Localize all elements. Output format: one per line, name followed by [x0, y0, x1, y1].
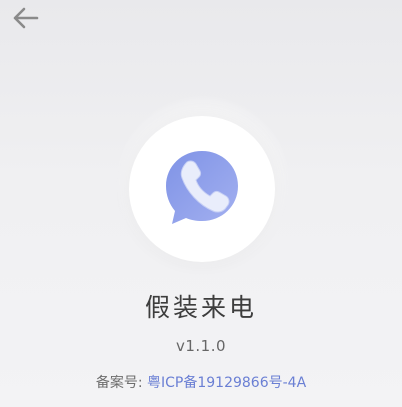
icp-number-link[interactable]: 粤ICP备19129866号-4A	[147, 375, 306, 391]
back-button[interactable]	[8, 4, 44, 36]
app-version: v1.1.0	[175, 337, 227, 355]
phone-chat-bubble-icon	[160, 145, 244, 233]
arrow-left-icon	[13, 7, 39, 33]
icp-record: 备案号: 粤ICP备19129866号-4A	[0, 372, 402, 392]
app-name: 假装来电	[144, 293, 257, 322]
icp-label: 备案号:	[95, 375, 143, 391]
app-logo	[129, 116, 275, 262]
